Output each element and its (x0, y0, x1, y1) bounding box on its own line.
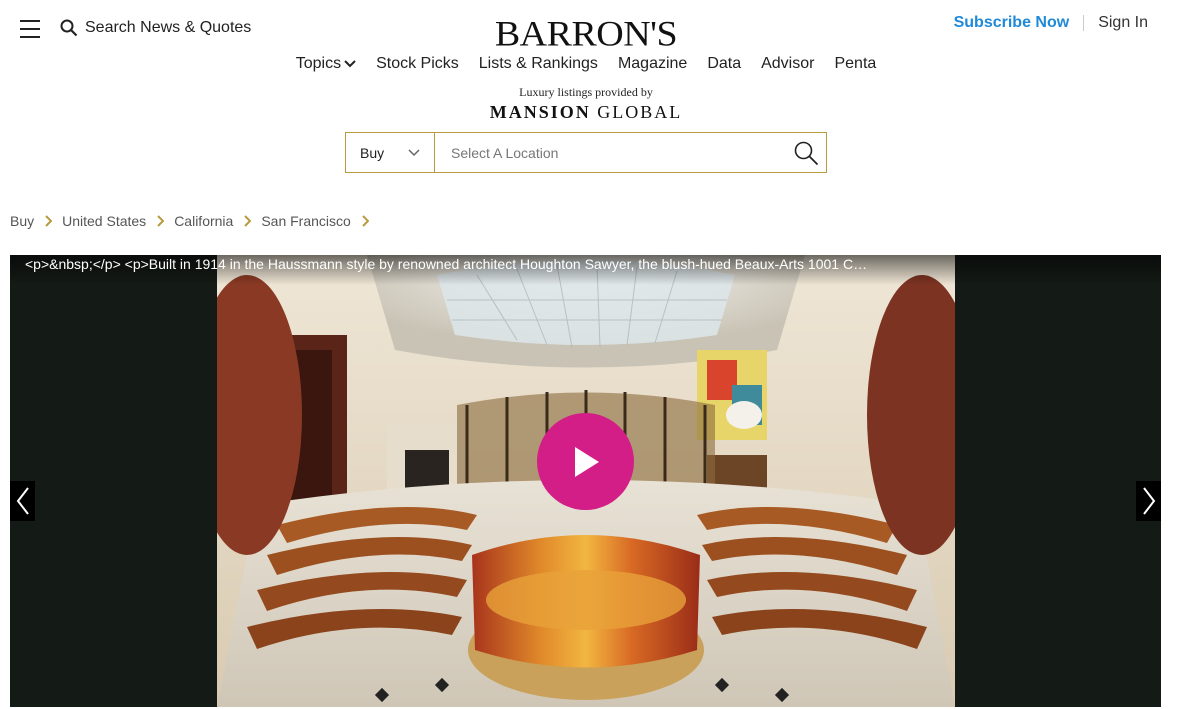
nav-advisor[interactable]: Advisor (761, 55, 814, 73)
account-links: Subscribe Now Sign In (954, 14, 1148, 32)
gallery-next-button[interactable] (1136, 481, 1161, 521)
divider (1083, 15, 1085, 31)
play-video-button[interactable] (537, 413, 634, 510)
chevron-down-icon (408, 148, 420, 156)
breadcrumb-california[interactable]: California (174, 213, 233, 229)
chevron-right-icon (244, 215, 252, 227)
search-icon (794, 141, 819, 165)
breadcrumb-united-states[interactable]: United States (62, 213, 146, 229)
mansion-global-banner[interactable]: Luxury listings provided by MANSION GLOB… (0, 85, 1172, 123)
nav-magazine[interactable]: Magazine (618, 55, 687, 73)
nav-stock-picks[interactable]: Stock Picks (376, 55, 459, 73)
subscribe-link[interactable]: Subscribe Now (954, 14, 1070, 32)
breadcrumb-buy[interactable]: Buy (10, 213, 34, 229)
listing-type-value: Buy (360, 144, 385, 161)
breadcrumb-san-francisco[interactable]: San Francisco (261, 213, 350, 229)
mansion-global-logo: MANSION GLOBAL (489, 102, 683, 122)
gallery-prev-button[interactable] (10, 481, 35, 521)
chevron-right-icon (362, 215, 369, 227)
chevron-right-icon (157, 215, 165, 227)
listing-search-bar: Buy (345, 132, 827, 173)
listing-gallery: <p>&nbsp;</p> <p>Built in 1914 in the Ha… (10, 255, 1161, 707)
chevron-down-icon (344, 60, 356, 68)
breadcrumb: Buy United States California San Francis… (10, 213, 379, 229)
play-icon (574, 446, 599, 477)
chevron-left-icon (16, 487, 29, 515)
caption-overlay: <p>&nbsp;</p> <p>Built in 1914 in the Ha… (10, 255, 1161, 285)
photo-caption: <p>&nbsp;</p> <p>Built in 1914 in the Ha… (25, 256, 868, 272)
chevron-right-icon (45, 215, 53, 227)
main-nav: Topics Stock Picks Lists & Rankings Maga… (0, 55, 1172, 73)
nav-penta[interactable]: Penta (834, 55, 876, 73)
chevron-right-icon (1142, 487, 1155, 515)
sign-in-link[interactable]: Sign In (1098, 14, 1148, 32)
location-search-button[interactable] (786, 133, 826, 172)
location-input[interactable] (435, 133, 786, 172)
listing-type-select[interactable]: Buy (346, 133, 435, 172)
mansion-global-subtitle: Luxury listings provided by (519, 85, 653, 99)
nav-topics[interactable]: Topics (296, 55, 356, 73)
nav-data[interactable]: Data (707, 55, 741, 73)
nav-lists-rankings[interactable]: Lists & Rankings (479, 55, 598, 73)
